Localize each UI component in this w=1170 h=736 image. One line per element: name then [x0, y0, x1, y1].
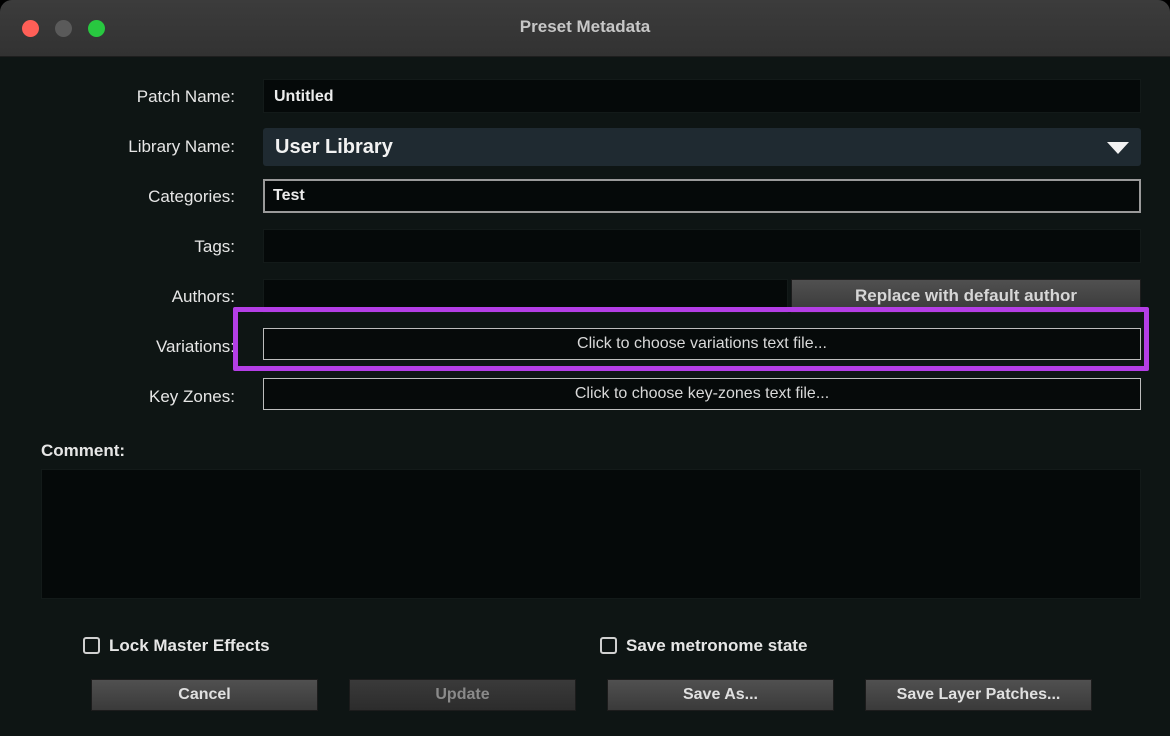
- key-zones-file-button[interactable]: Click to choose key-zones text file...: [263, 378, 1141, 410]
- window-title: Preset Metadata: [519, 17, 651, 36]
- library-name-value: User Library: [275, 136, 393, 158]
- tags-input[interactable]: [263, 229, 1141, 263]
- dialog-content: Patch Name: Untitled Library Name: User …: [10, 57, 1170, 736]
- categories-input[interactable]: Test: [263, 179, 1141, 213]
- authors-label: Authors:: [171, 287, 235, 306]
- save-metronome-state-checkbox[interactable]: [600, 637, 617, 654]
- categories-value: Test: [273, 187, 305, 204]
- lock-master-effects-checkbox[interactable]: [83, 637, 100, 654]
- cancel-button[interactable]: Cancel: [91, 679, 318, 711]
- categories-label: Categories:: [148, 187, 235, 206]
- lock-master-effects-label[interactable]: Lock Master Effects: [109, 636, 270, 656]
- patch-name-input[interactable]: Untitled: [263, 79, 1141, 113]
- key-zones-highlight-box: [233, 307, 1149, 371]
- save-layer-patches-button[interactable]: Save Layer Patches...: [865, 679, 1092, 711]
- patch-name-value: Untitled: [274, 88, 334, 105]
- save-as-button[interactable]: Save As...: [607, 679, 834, 711]
- comment-label: Comment:: [41, 441, 126, 460]
- title-bar[interactable]: Preset Metadata: [0, 0, 1170, 57]
- library-name-dropdown[interactable]: User Library: [263, 128, 1141, 166]
- library-name-label: Library Name:: [128, 137, 235, 156]
- dropdown-arrow-icon: [1107, 142, 1129, 154]
- preset-metadata-window: Preset Metadata Patch Name: Untitled Lib…: [0, 0, 1170, 736]
- variations-label: Variations:: [155, 337, 235, 356]
- patch-name-label: Patch Name:: [136, 87, 235, 106]
- update-button[interactable]: Update: [349, 679, 576, 711]
- save-metronome-state-label[interactable]: Save metronome state: [626, 636, 807, 656]
- tags-label: Tags:: [194, 237, 235, 256]
- key-zones-label: Key Zones:: [149, 387, 235, 406]
- comment-textarea[interactable]: [41, 469, 1141, 599]
